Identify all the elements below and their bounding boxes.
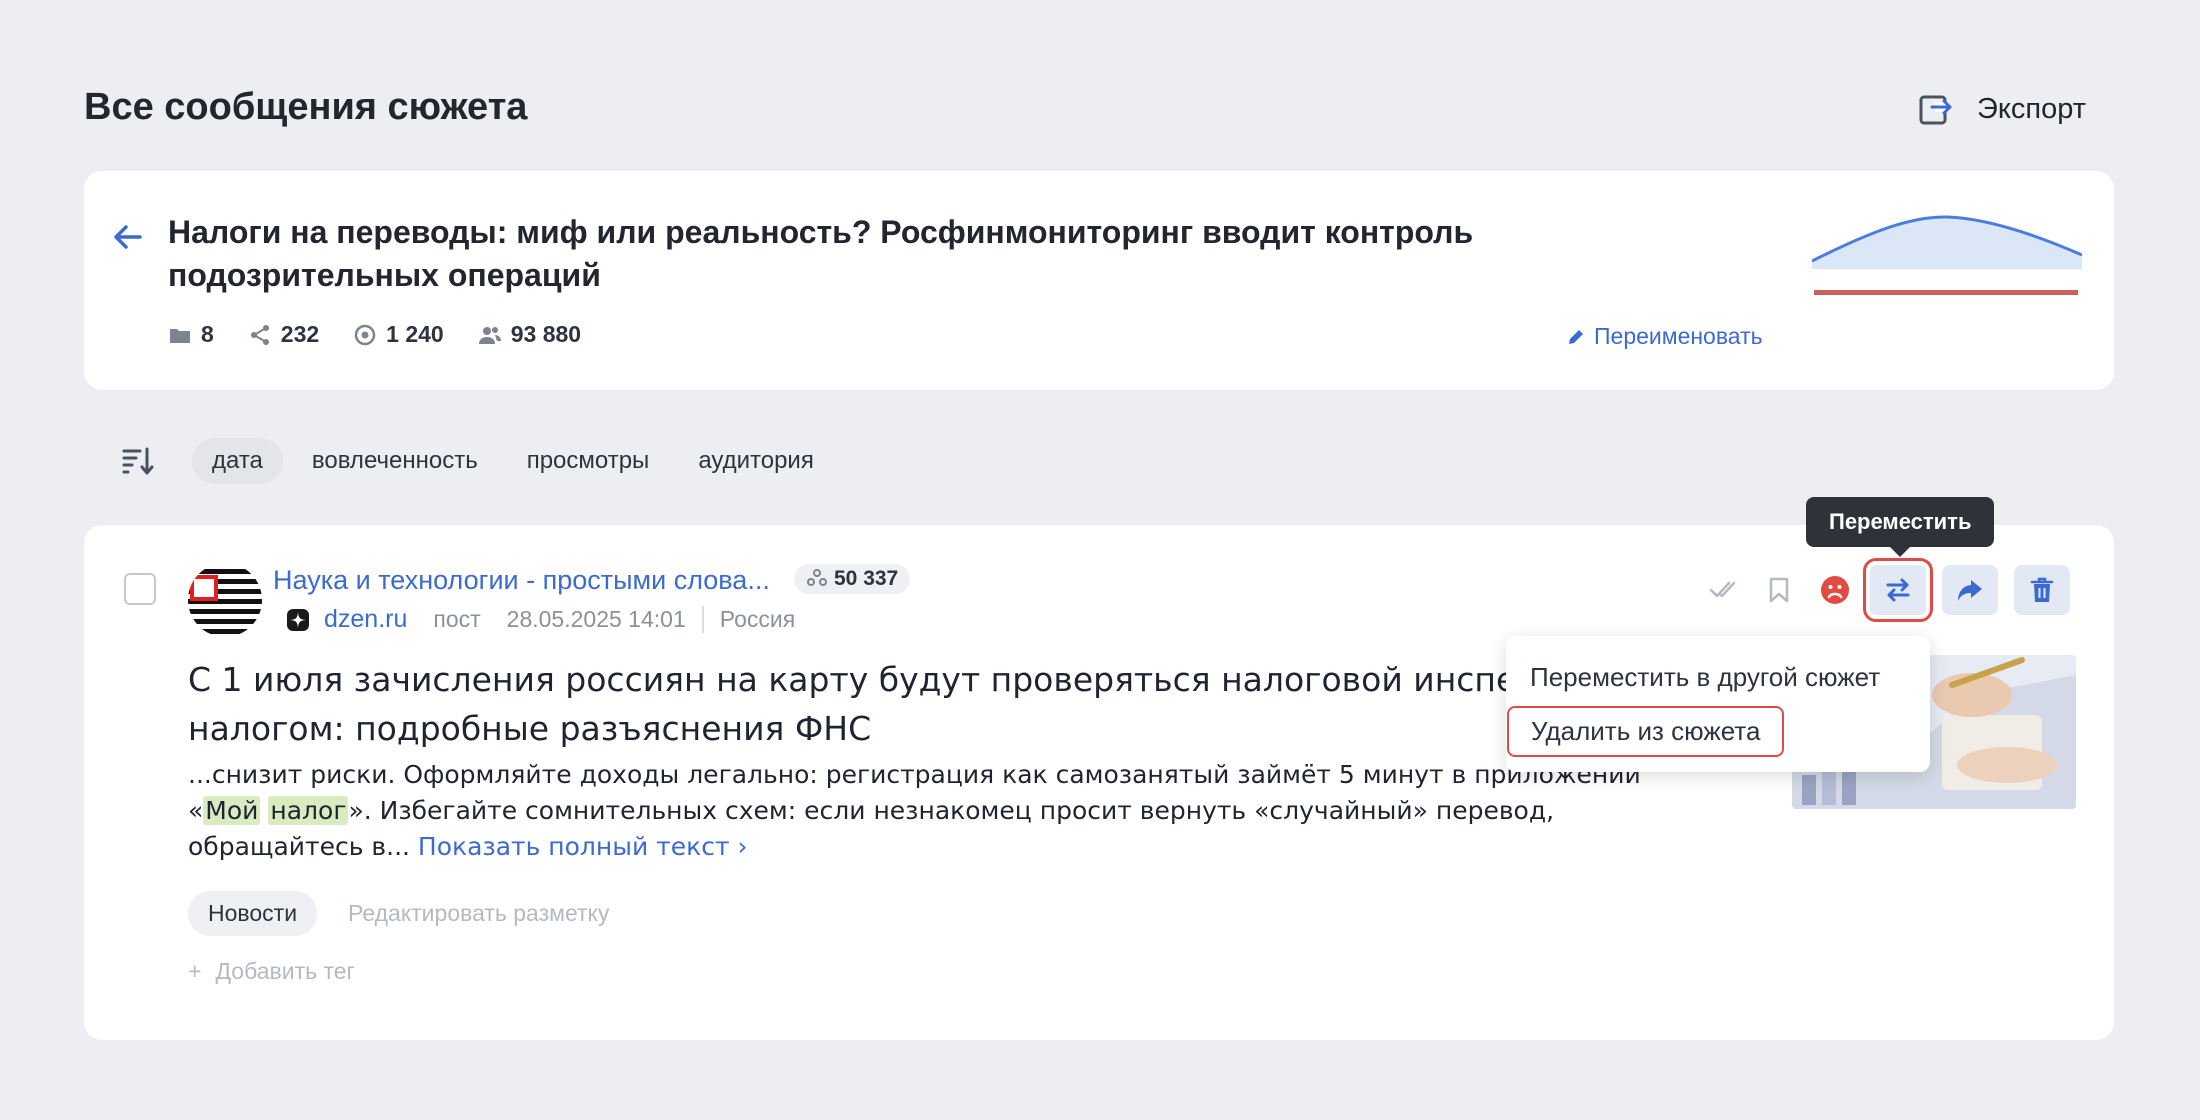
eye-icon — [354, 324, 376, 345]
sad-face-icon — [1821, 576, 1849, 604]
sort-option-views[interactable]: просмотры — [507, 438, 670, 484]
pencil-icon — [1569, 329, 1583, 344]
sort-option-audience[interactable]: аудитория — [678, 438, 834, 484]
sort-option-engagement[interactable]: вовлеченность — [292, 438, 498, 484]
post-card: Наука и технологии - простыми слова... 5… — [84, 525, 2114, 1040]
highlight-term: налог — [268, 796, 349, 825]
story-title: Налоги на переводы: миф или реальность? … — [168, 214, 1474, 293]
forward-button[interactable] — [1942, 565, 1998, 615]
story-stats: 8 232 1 240 93 880 — [168, 321, 581, 348]
export-icon — [1919, 95, 1952, 125]
forward-arrow-icon — [1958, 580, 1982, 601]
plus-icon: + — [188, 958, 202, 984]
share-icon — [250, 324, 269, 345]
export-label: Экспорт — [1977, 92, 2086, 125]
post-meta: dzen.ru пост 28.05.2025 14:01 Россия — [286, 605, 795, 634]
show-full-label: Показать полный текст — [417, 832, 730, 861]
show-full-text-link[interactable]: Показать полный текст › — [418, 832, 748, 861]
menu-item-remove-from-story[interactable]: Удалить из сюжета — [1507, 706, 1785, 757]
stat-shares-value: 232 — [280, 321, 320, 347]
users-icon — [478, 326, 501, 344]
post-checkbox[interactable] — [124, 573, 156, 605]
swap-arrows-icon — [1886, 578, 1910, 602]
move-menu: Переместить в другой сюжет Удалить из сю… — [1506, 636, 1930, 772]
chevron-right-icon: › — [737, 832, 748, 861]
post-actions — [1702, 558, 2070, 622]
sort-option-date[interactable]: дата — [192, 438, 283, 484]
back-arrow-icon[interactable] — [110, 219, 146, 255]
highlight-term: Мой — [203, 796, 261, 825]
add-tag-label: Добавить тег — [215, 958, 355, 984]
source-avatar — [188, 563, 262, 637]
post-type: пост — [433, 606, 481, 632]
post-date: 28.05.2025 14:01 — [507, 606, 704, 633]
sort-icon[interactable] — [120, 443, 156, 479]
move-tooltip: Переместить — [1806, 497, 1995, 557]
sentiment-button[interactable] — [1814, 565, 1856, 615]
move-button[interactable] — [1863, 558, 1933, 622]
dzen-icon — [287, 608, 309, 631]
post-excerpt: ...снизит риски. Оформляйте доходы легал… — [188, 757, 1668, 865]
mark-read-button[interactable] — [1702, 565, 1744, 615]
export-button[interactable]: Экспорт — [1915, 88, 2086, 130]
double-check-icon — [1709, 581, 1736, 598]
add-tag-button[interactable]: + Добавить тег — [188, 958, 355, 985]
menu-item-move-to-story[interactable]: Переместить в другой сюжет — [1530, 662, 1880, 693]
audience-icon — [807, 569, 827, 586]
stat-shares: 232 — [248, 321, 319, 348]
source-name-link[interactable]: Наука и технологии - простыми слова... — [273, 565, 770, 596]
tag-news[interactable]: Новости — [188, 891, 318, 936]
sort-bar: дата вовлеченность просмотры аудитория — [120, 438, 843, 484]
subscribers-count: 50 337 — [834, 567, 899, 590]
excerpt-text: ». Избегайте сомнительных схем: если нез… — [188, 796, 1555, 861]
post-title[interactable]: С 1 июля зачисления россиян на карту буд… — [188, 655, 1668, 753]
story-card: Налоги на переводы: миф или реальность? … — [84, 171, 2114, 390]
page-title: Все сообщения сюжета — [84, 86, 528, 128]
folder-icon — [170, 328, 190, 343]
post-region: Россия — [719, 606, 796, 632]
edit-markup-link[interactable]: Редактировать разметку — [348, 900, 609, 927]
story-sparkline — [1812, 215, 2082, 295]
stat-audience: 93 880 — [478, 321, 581, 348]
delete-button[interactable] — [2014, 565, 2070, 615]
rename-button[interactable]: Переименовать — [1566, 323, 1763, 350]
stat-messages: 8 — [168, 321, 214, 348]
stat-views: 1 240 — [353, 321, 444, 348]
site-link[interactable]: dzen.ru — [324, 605, 407, 634]
stat-views-value: 1 240 — [386, 321, 444, 347]
bookmark-icon — [1769, 577, 1789, 603]
bookmark-button[interactable] — [1758, 565, 1800, 615]
trash-icon — [2030, 577, 2054, 602]
stat-messages-value: 8 — [201, 321, 214, 347]
rename-label: Переименовать — [1594, 323, 1763, 349]
subscribers-badge: 50 337 — [794, 564, 911, 594]
stat-audience-value: 93 880 — [510, 321, 582, 347]
